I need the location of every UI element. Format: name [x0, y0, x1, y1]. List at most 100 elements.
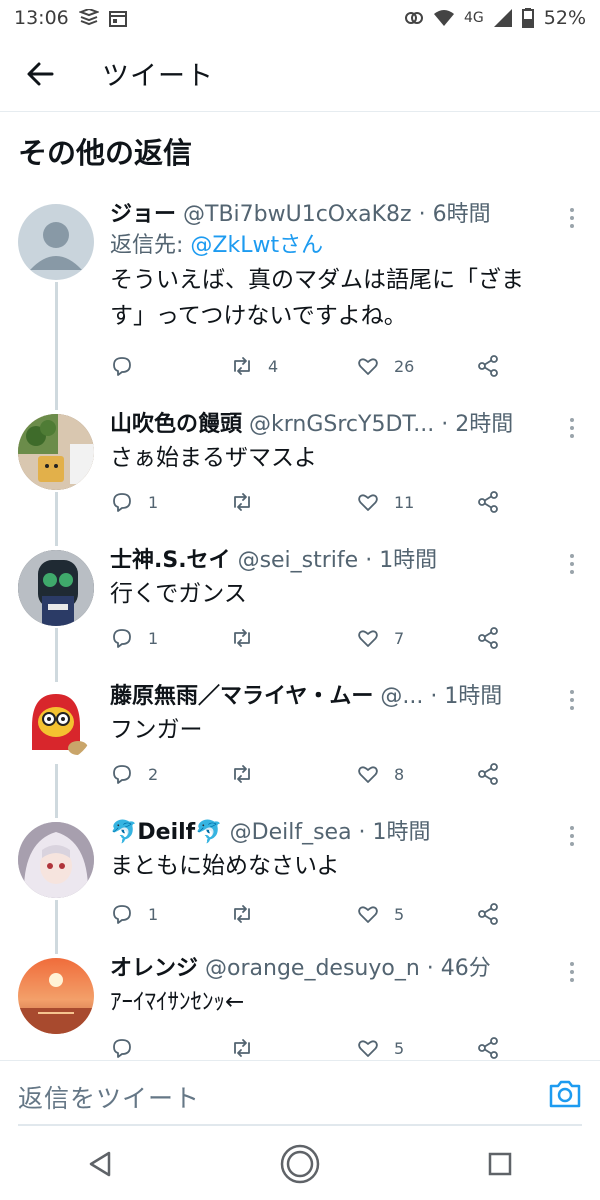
avatar[interactable] [18, 414, 94, 490]
signal-icon [493, 9, 512, 27]
reply-button[interactable] [110, 1036, 148, 1060]
wifi-icon [434, 10, 454, 26]
like-button[interactable]: 11 [356, 490, 414, 514]
reply-icon [113, 357, 131, 376]
retweet-button[interactable] [230, 762, 268, 786]
avatar[interactable] [18, 822, 94, 898]
more-icon[interactable] [566, 690, 578, 710]
camera-icon[interactable] [548, 1077, 582, 1111]
share-icon [478, 491, 498, 513]
reply-time[interactable]: 2時間 [455, 412, 513, 437]
share-icon [478, 627, 498, 649]
reply-text: す」ってつけないですよね。 [110, 303, 407, 329]
reply-author-handle[interactable]: @TBi7bwU1cOxaK8z [183, 202, 412, 227]
reply-author-name[interactable]: 藤原無雨／マライヤ・ムー [110, 684, 373, 709]
share-button[interactable] [476, 762, 500, 786]
reply-author-handle[interactable]: @krnGSrcY5DT... [249, 412, 434, 437]
reply-text: さぁ始まるザマスよ [110, 445, 317, 471]
retweet-button[interactable] [230, 1036, 268, 1060]
reply-time[interactable]: 1時間 [444, 684, 502, 709]
reply-time[interactable]: 1時間 [373, 820, 431, 845]
reply-item[interactable]: 🐬Deilf🐬 @Deilf_sea · 1時間 まともに始めなさいよ 1 5 [0, 818, 600, 948]
section-title: その他の返信 [18, 136, 193, 170]
reply-author-name[interactable]: ジョー [110, 202, 176, 227]
more-icon[interactable] [566, 554, 578, 574]
like-button[interactable]: 5 [356, 1036, 404, 1060]
share-button[interactable] [476, 626, 500, 650]
reply-item[interactable]: ジョー @TBi7bwU1cOxaK8z · 6時間 返信先: @ZkLwtさん… [0, 200, 600, 390]
like-button[interactable]: 8 [356, 762, 404, 786]
reply-button[interactable]: 1 [110, 902, 158, 926]
more-icon[interactable] [566, 962, 578, 982]
reply-item[interactable]: 山吹色の饅頭 @krnGSrcY5DT... · 2時間 さぁ始まるザマスよ 1… [0, 410, 600, 540]
more-icon[interactable] [566, 208, 578, 228]
like-button[interactable]: 7 [356, 626, 404, 650]
reply-actions: 1 11 [110, 490, 510, 520]
reply-time[interactable]: 1時間 [379, 548, 437, 573]
reply-author-name[interactable]: 士神.S.セイ [110, 548, 231, 573]
nav-home-icon[interactable] [275, 1139, 325, 1189]
reply-icon [113, 1039, 131, 1058]
reply-to-link[interactable]: @ZkLwtさん [190, 233, 323, 258]
reply-input[interactable]: 返信をツイート [18, 1079, 200, 1115]
reply-count: 1 [148, 492, 159, 512]
reply-author-handle[interactable]: @Deilf_sea [230, 820, 352, 845]
more-icon[interactable] [566, 418, 578, 438]
reply-text: そういえば、真のマダムは語尾に「ざま [110, 267, 524, 293]
reply-button[interactable]: 2 [110, 762, 158, 786]
share-button[interactable] [476, 1036, 500, 1060]
reply-time[interactable]: 6時間 [433, 202, 491, 227]
nav-recents-icon[interactable] [475, 1139, 525, 1189]
like-button[interactable]: 26 [356, 354, 414, 378]
avatar[interactable] [18, 686, 94, 762]
like-button[interactable]: 5 [356, 902, 404, 926]
reply-icon [113, 629, 131, 648]
retweet-button[interactable] [230, 902, 268, 926]
reply-button[interactable]: 1 [110, 490, 158, 514]
battery-icon [521, 8, 534, 28]
like-count: 7 [394, 628, 405, 648]
reply-icon [113, 765, 131, 784]
reply-button[interactable]: 1 [110, 626, 158, 650]
share-icon [478, 1037, 498, 1059]
like-icon [358, 766, 378, 783]
reply-author-handle[interactable]: @sei_strife [238, 548, 359, 573]
reply-author-handle[interactable]: @... [380, 684, 423, 709]
share-button[interactable] [476, 490, 500, 514]
reply-author-name[interactable]: 🐬Deilf🐬 [110, 820, 223, 845]
retweet-button[interactable]: 4 [230, 354, 278, 378]
share-button[interactable] [476, 902, 500, 926]
reply-button[interactable] [110, 354, 148, 378]
reply-actions: 4 26 [110, 354, 510, 384]
reply-text: まともに始めなさいよ [110, 853, 340, 879]
reply-author-handle[interactable]: @orange_desuyo_n [205, 956, 420, 981]
reply-author-name[interactable]: オレンジ [110, 956, 198, 981]
nav-back-icon[interactable] [75, 1139, 125, 1189]
more-icon[interactable] [566, 826, 578, 846]
like-count: 8 [394, 764, 405, 784]
reply-time[interactable]: 46分 [441, 956, 491, 981]
reply-author-name[interactable]: 山吹色の饅頭 [110, 412, 242, 437]
retweet-icon [234, 357, 250, 375]
reply-icon [113, 905, 131, 924]
reply-item[interactable]: オレンジ @orange_desuyo_n · 46分 ｱｰｲﾏｲｻﾝｾﾝｯ← … [0, 954, 600, 1060]
avatar[interactable] [18, 958, 94, 1034]
reply-item[interactable]: 士神.S.セイ @sei_strife · 1時間 行くでガンス 1 7 [0, 546, 600, 676]
reply-item[interactable]: 藤原無雨／マライヤ・ムー @... · 1時間 フンガー 2 8 [0, 682, 600, 812]
reply-count: 2 [148, 764, 159, 784]
like-count: 26 [394, 356, 415, 376]
calendar-icon [108, 9, 127, 27]
app-bar: ツイート [0, 36, 600, 112]
share-button[interactable] [476, 354, 500, 378]
status-time: 13:06 [14, 7, 69, 29]
share-icon [478, 763, 498, 785]
reply-actions: 2 8 [110, 762, 510, 792]
reply-count: 1 [148, 628, 159, 648]
retweet-button[interactable] [230, 626, 268, 650]
avatar[interactable] [18, 204, 94, 280]
back-arrow-icon[interactable] [24, 58, 56, 90]
avatar[interactable] [18, 550, 94, 626]
retweet-button[interactable] [230, 490, 268, 514]
retweet-icon [234, 1039, 250, 1057]
retweet-count: 4 [268, 356, 279, 376]
